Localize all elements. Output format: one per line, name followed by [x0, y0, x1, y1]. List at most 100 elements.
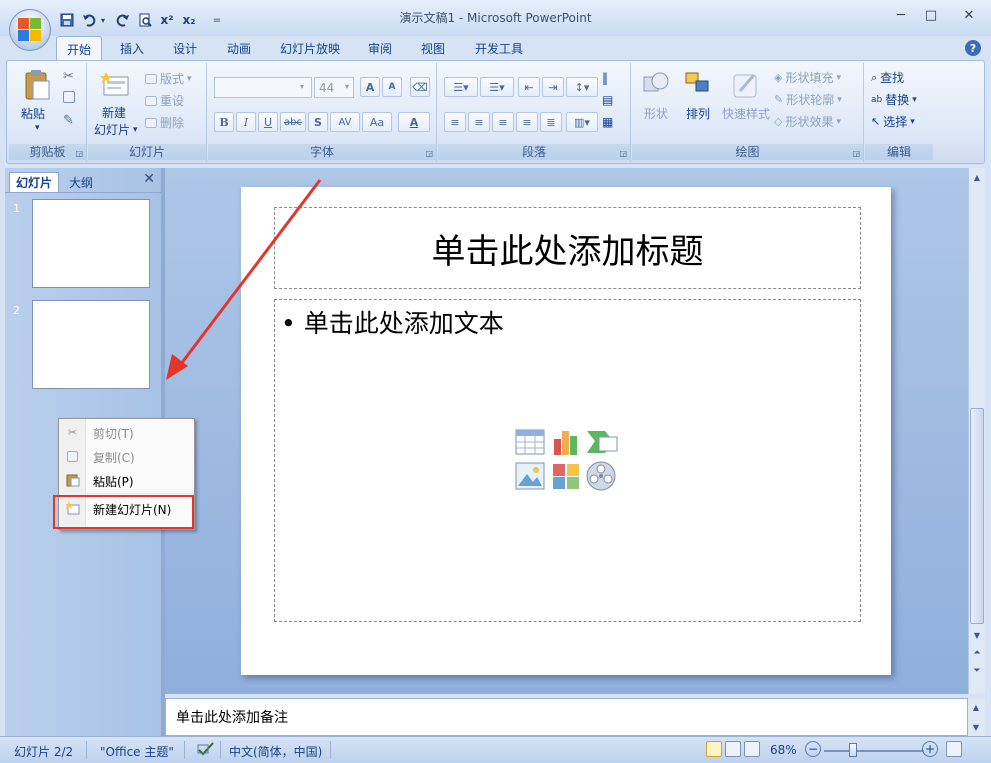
paste-dropdown-icon[interactable]: ▾ — [35, 123, 40, 133]
new-slide-button-line1[interactable]: 新建 — [102, 104, 126, 121]
fit-to-window-icon[interactable] — [946, 741, 962, 760]
slide-canvas[interactable]: 单击此处添加标题 • 单击此处添加文本 — [241, 187, 891, 675]
shrink-font-button[interactable]: A — [382, 77, 402, 97]
zoom-slider-thumb[interactable] — [849, 743, 857, 757]
insert-chart-icon[interactable] — [551, 427, 583, 457]
cut-icon[interactable]: ✂ — [63, 69, 74, 84]
arrange-button[interactable]: 排列 — [686, 105, 710, 122]
quick-styles-button[interactable]: 快速样式 — [722, 105, 770, 122]
zoom-slider-track[interactable] — [824, 750, 924, 752]
copy-icon[interactable] — [63, 91, 75, 103]
font-color-button[interactable]: A — [398, 112, 430, 132]
replace-button[interactable]: ab 替换 ▾ — [871, 91, 917, 108]
find-button[interactable]: ⌕ 查找 — [871, 69, 904, 86]
increase-indent-button[interactable]: ⇥ — [542, 77, 564, 97]
content-placeholder[interactable]: • 单击此处添加文本 — [274, 299, 861, 622]
bullets-button[interactable]: ☰▾ — [444, 77, 478, 97]
format-painter-icon[interactable]: ✎ — [63, 113, 74, 128]
tab-slideshow[interactable]: 幻灯片放映 — [270, 36, 350, 60]
delete-button[interactable]: 删除 — [145, 114, 184, 131]
tab-insert[interactable]: 插入 — [110, 36, 154, 60]
grow-font-button[interactable]: A — [360, 77, 380, 97]
drawing-launcher-icon[interactable]: ◲ — [852, 149, 860, 158]
notes-pane[interactable]: 单击此处添加备注 — [165, 698, 968, 736]
close-pane-button[interactable]: ✕ — [143, 171, 155, 187]
new-slide-button-line2[interactable]: 幻灯片 ▾ — [94, 121, 138, 138]
menu-item-paste[interactable]: 粘贴(P) — [59, 468, 194, 492]
layout-button[interactable]: 版式 ▾ — [145, 70, 192, 87]
shape-outline-button[interactable]: ✎ 形状轮廓 ▾ — [774, 91, 842, 108]
distribute-button[interactable]: ≣ — [540, 112, 562, 132]
slideshow-view-icon[interactable] — [744, 741, 760, 757]
font-launcher-icon[interactable]: ◲ — [425, 149, 433, 158]
slide-sorter-icon[interactable] — [725, 741, 741, 757]
normal-view-icon[interactable] — [706, 741, 722, 757]
zoom-out-icon[interactable]: − — [805, 741, 821, 757]
language-indicator[interactable]: 中文(简体，中国) — [229, 743, 322, 760]
scroll-up-icon[interactable]: ▲ — [970, 170, 984, 184]
align-text-icon[interactable]: ▤ — [602, 93, 613, 107]
slide-thumbnail-1[interactable] — [32, 199, 150, 288]
spell-check-icon[interactable] — [197, 741, 215, 760]
tab-design[interactable]: 设计 — [163, 36, 207, 60]
strikethrough-button[interactable]: abc — [280, 112, 306, 132]
text-shadow-button[interactable]: S — [308, 112, 328, 132]
insert-smartart-icon[interactable] — [585, 429, 619, 457]
shape-fill-button[interactable]: ◈ 形状填充 ▾ — [774, 69, 841, 86]
columns-button[interactable]: ▥▾ — [566, 112, 598, 132]
align-left-button[interactable]: ≡ — [444, 112, 466, 132]
reset-button[interactable]: 重设 — [145, 92, 184, 109]
insert-table-icon[interactable] — [515, 429, 547, 457]
minimize-button[interactable]: ─ — [888, 6, 914, 24]
justify-button[interactable]: ≡ — [516, 112, 538, 132]
shape-effects-button[interactable]: ◇ 形状效果 ▾ — [774, 113, 841, 130]
insert-picture-icon[interactable] — [515, 462, 547, 492]
paste-button[interactable]: 粘贴 — [21, 105, 45, 122]
help-icon[interactable]: ? — [965, 40, 981, 56]
char-spacing-button[interactable]: AV — [330, 112, 360, 132]
font-name-combo[interactable] — [214, 77, 312, 98]
close-button[interactable]: ✕ — [952, 6, 986, 24]
select-button[interactable]: ↖ 选择 ▾ — [871, 113, 915, 130]
tab-review[interactable]: 审阅 — [358, 36, 402, 60]
zoom-in-icon[interactable]: + — [922, 741, 938, 757]
tab-home[interactable]: 开始 — [56, 36, 103, 62]
tab-view[interactable]: 视图 — [411, 36, 455, 60]
paragraph-launcher-icon[interactable]: ◲ — [619, 149, 627, 158]
insert-clipart-icon[interactable] — [551, 462, 583, 492]
zoom-level[interactable]: 68% — [770, 743, 797, 757]
title-placeholder[interactable]: 单击此处添加标题 — [274, 207, 861, 289]
slide-thumbnail-2[interactable] — [32, 300, 150, 389]
tab-outline-pane[interactable]: 大纲 — [63, 172, 99, 192]
tab-slides-pane[interactable]: 幻灯片 — [9, 172, 60, 192]
smartart-icon[interactable]: ▦ — [602, 115, 613, 129]
tab-animations[interactable]: 动画 — [217, 36, 261, 60]
change-case-button[interactable]: Aa — [362, 112, 392, 132]
menu-item-cut[interactable]: ✂ 剪切(T) — [59, 420, 194, 444]
tab-developer[interactable]: 开发工具 — [465, 36, 533, 60]
text-direction-icon[interactable]: ‖ — [602, 71, 608, 85]
font-size-dropdown-icon[interactable]: ▾ — [345, 82, 349, 91]
align-center-button[interactable]: ≡ — [468, 112, 490, 132]
numbering-button[interactable]: ☰▾ — [480, 77, 514, 97]
bold-button[interactable]: B — [214, 112, 234, 132]
underline-button[interactable]: U — [258, 112, 278, 132]
next-slide-icon[interactable]: ⏷ — [970, 664, 984, 678]
vertical-scrollbar[interactable]: ▲ ▼ ⏶ ⏷ — [968, 168, 985, 694]
clear-format-icon[interactable]: ⌫ — [410, 77, 430, 97]
notes-scrollbar[interactable]: ▲ ▼ — [968, 698, 985, 736]
scroll-down-icon[interactable]: ▼ — [970, 628, 984, 642]
insert-media-icon[interactable] — [585, 460, 619, 492]
notes-scroll-down-icon[interactable]: ▼ — [969, 720, 983, 734]
menu-item-copy[interactable]: 复制(C) — [59, 444, 194, 468]
italic-button[interactable]: I — [236, 112, 256, 132]
clipboard-launcher-icon[interactable]: ◲ — [75, 149, 83, 158]
maximize-button[interactable]: □ — [918, 6, 944, 24]
line-spacing-button[interactable]: ↕▾ — [566, 77, 598, 97]
previous-slide-icon[interactable]: ⏶ — [970, 646, 984, 660]
office-button[interactable] — [9, 9, 51, 51]
font-name-dropdown-icon[interactable]: ▾ — [300, 82, 304, 91]
scroll-thumb[interactable] — [970, 408, 984, 624]
align-right-button[interactable]: ≡ — [492, 112, 514, 132]
notes-scroll-up-icon[interactable]: ▲ — [969, 700, 983, 714]
